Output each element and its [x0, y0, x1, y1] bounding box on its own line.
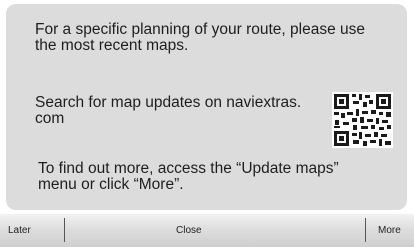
map-updates-message: Search for map updates on naviextras. co…: [35, 95, 301, 127]
message-line: For a specific planning of your route, p…: [35, 21, 365, 38]
message-line: Search for map updates on naviextras.: [35, 94, 302, 111]
close-button[interactable]: Close: [176, 214, 202, 247]
route-planning-message: For a specific planning of your route, p…: [35, 22, 365, 54]
map-update-dialog: For a specific planning of your route, p…: [0, 0, 414, 247]
button-divider: [64, 218, 65, 242]
message-line: To find out more, access the “Update map…: [38, 160, 339, 177]
button-divider: [365, 218, 366, 242]
more-info-message: To find out more, access the “Update map…: [38, 161, 339, 193]
button-bar: Later Close More: [0, 214, 414, 247]
message-line: com: [35, 110, 65, 127]
later-button[interactable]: Later: [8, 214, 31, 247]
qr-code-icon: [332, 92, 393, 148]
message-line: menu or click “More”.: [38, 176, 184, 193]
more-button[interactable]: More: [378, 214, 401, 247]
message-line: the most recent maps.: [35, 37, 189, 54]
